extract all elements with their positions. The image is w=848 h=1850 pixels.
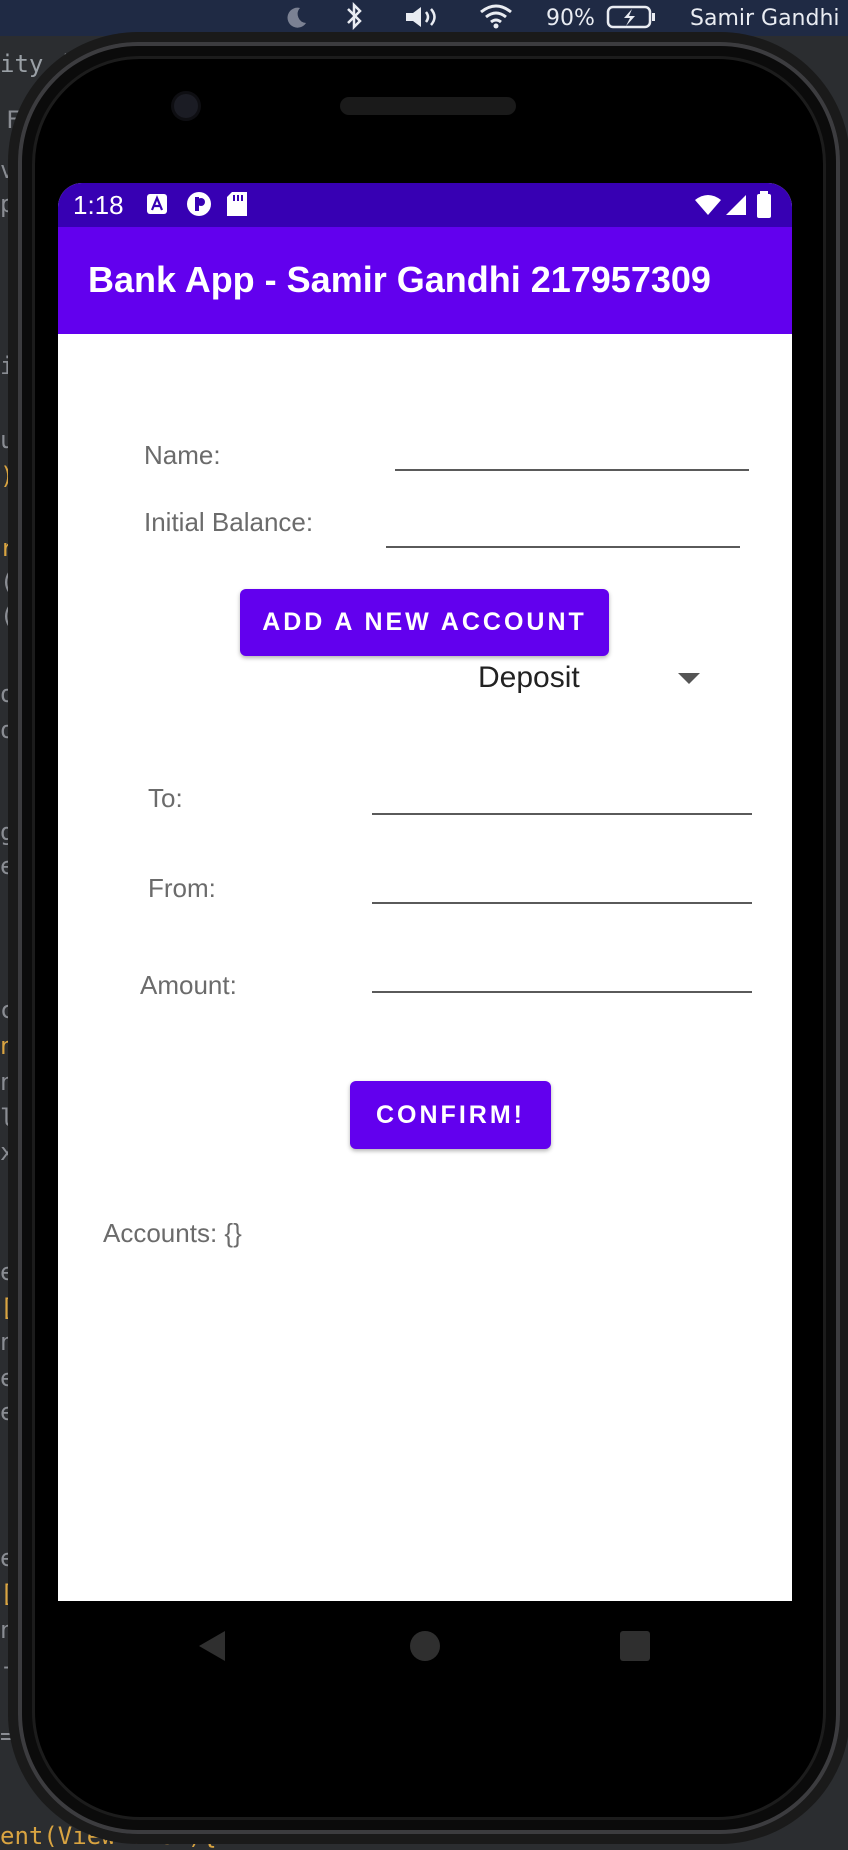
accessibility-notification-icon — [146, 193, 168, 220]
sd-card-icon — [226, 191, 248, 222]
menubar-user-name[interactable]: Samir Gandhi — [690, 6, 840, 31]
code-fragment: F — [6, 106, 21, 134]
code-fragment: e — [0, 1398, 15, 1426]
front-camera — [174, 94, 198, 118]
app-bar: Bank App - Samir Gandhi 217957309 — [58, 227, 792, 334]
confirm-button[interactable]: CONFIRM! — [350, 1081, 551, 1149]
transaction-type-spinner[interactable]: Deposit — [478, 653, 778, 703]
battery-status-icon — [756, 191, 772, 224]
wifi-icon[interactable] — [478, 2, 514, 36]
initial-balance-input[interactable] — [386, 510, 740, 548]
recents-icon[interactable] — [620, 1631, 650, 1661]
name-label: Name: — [144, 440, 221, 470]
code-fragment: o — [0, 716, 15, 744]
app-title: Bank App - Samir Gandhi 217957309 — [88, 259, 711, 300]
add-account-button[interactable]: ADD A NEW ACCOUNT — [240, 589, 609, 656]
status-time: 1:18 — [73, 190, 124, 220]
battery-percent: 90% — [546, 6, 595, 31]
sync-notification-icon — [186, 191, 212, 222]
amount-label: Amount: — [140, 970, 237, 1000]
android-nav-bar — [58, 1601, 792, 1691]
android-status-bar: 1:18 — [58, 183, 792, 227]
code-fragment: = — [0, 1722, 15, 1750]
code-fragment: g — [0, 818, 15, 846]
wifi-signal-icon — [694, 193, 722, 222]
volume-icon[interactable] — [404, 4, 444, 36]
code-fragment: u — [0, 426, 15, 454]
device-screen: 1:18 Bank App - Samir Gandhi 217957309 N… — [58, 183, 792, 1601]
home-icon[interactable] — [410, 1631, 440, 1661]
back-icon[interactable] — [199, 1631, 225, 1661]
name-input[interactable] — [395, 433, 749, 471]
accounts-text: Accounts: {} — [103, 1218, 242, 1248]
to-input[interactable] — [372, 777, 752, 815]
code-fragment: ) — [0, 462, 15, 490]
mac-menu-bar: 90% Samir Gandhi — [0, 0, 848, 36]
dropdown-arrow-icon — [678, 673, 700, 684]
moon-icon[interactable] — [282, 4, 308, 36]
transaction-type-value: Deposit — [478, 661, 580, 694]
from-input[interactable] — [372, 866, 752, 904]
code-fragment: - — [0, 1652, 15, 1680]
cell-signal-icon — [724, 193, 748, 222]
battery-icon[interactable] — [606, 4, 656, 36]
amount-input[interactable] — [372, 955, 752, 993]
initial-balance-label: Initial Balance: — [144, 507, 314, 537]
bluetooth-icon[interactable] — [344, 1, 364, 36]
code-fragment: o — [0, 680, 15, 708]
to-label: To: — [148, 783, 183, 813]
earpiece-speaker — [340, 97, 516, 115]
from-label: From: — [148, 873, 216, 903]
